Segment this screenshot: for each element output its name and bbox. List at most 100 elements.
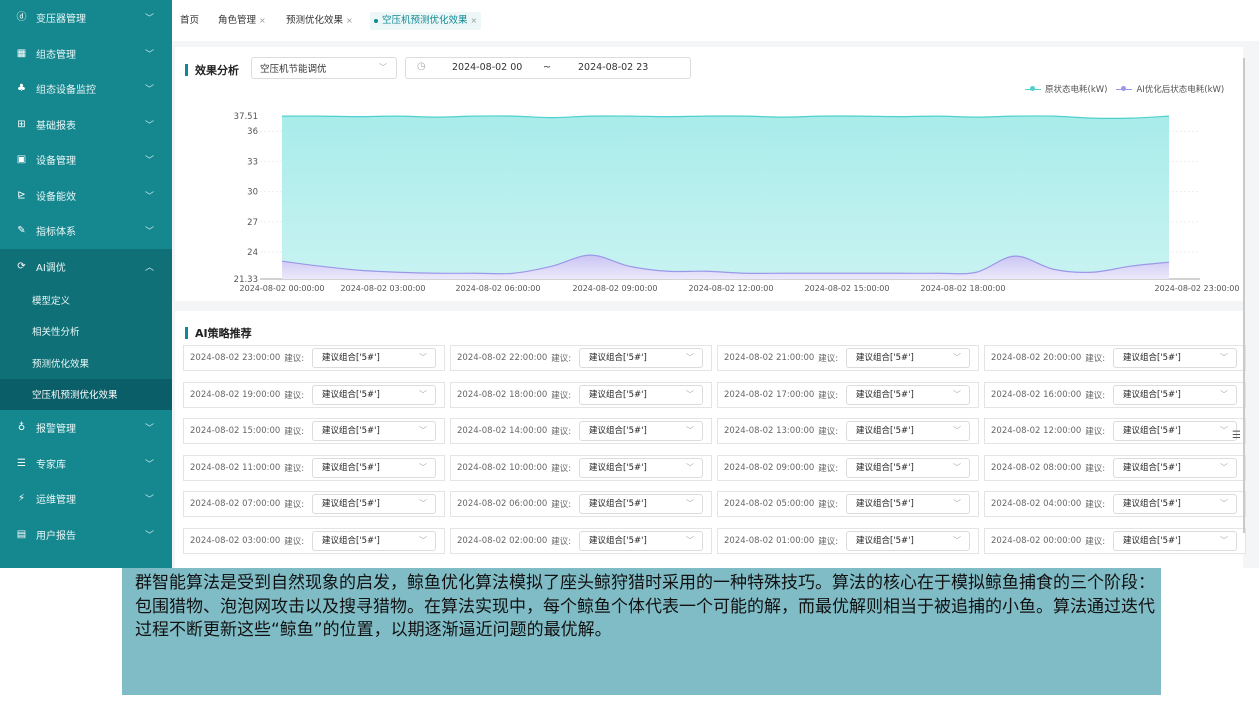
recommendation-select[interactable]: 建议组合['5#'] ﹀ <box>846 348 970 368</box>
sidebar-item-efficiency[interactable]: ⊵ 设备能效 ﹀ <box>0 178 172 214</box>
settings-icon[interactable]: ☰ <box>1232 430 1241 441</box>
sidebar-item-maintenance[interactable]: ⚡ 运维管理 ﹀ <box>0 481 172 517</box>
recommendation-label: 建议: <box>1085 390 1106 401</box>
recommendation-select[interactable]: 建议组合['5#'] ﹀ <box>579 457 703 478</box>
sidebar-item-label: 运维管理 <box>36 495 76 507</box>
x-tick-label: 2024-08-02 09:00:00 <box>573 284 658 293</box>
recommendation-select[interactable]: 建议组合['5#'] ﹀ <box>846 384 970 405</box>
recommendation-select[interactable]: 建议组合['5#'] ﹀ <box>1113 384 1237 405</box>
chevron-down-icon: ﹀ <box>1220 426 1228 435</box>
recommendation-select[interactable]: 建议组合['5#'] ﹀ <box>846 421 970 441</box>
close-icon[interactable]: × <box>259 16 266 25</box>
recommendation-cell: 2024-08-02 12:00:00 建议: 建议组合['5#'] ﹀ <box>984 418 1246 444</box>
x-tick-label: 2024-08-02 23:00:00 <box>1155 284 1240 293</box>
recommendation-select[interactable]: 建议组合['5#'] ﹀ <box>312 384 436 405</box>
recommendation-label: 建议: <box>818 500 839 510</box>
recommendation-label: 建议: <box>818 427 839 437</box>
recommendation-select[interactable]: 建议组合['5#'] ﹀ <box>312 457 436 478</box>
recommendation-value: 建议组合['5#'] <box>856 462 914 473</box>
chevron-down-icon: ﹀ <box>144 495 154 506</box>
maintenance-icon: ⚡ <box>17 493 26 505</box>
recommendation-select[interactable]: 建议组合['5#'] ﹀ <box>579 494 703 514</box>
recommendation-select[interactable]: 建议组合['5#'] ﹀ <box>1113 421 1237 441</box>
sidebar-item-user-report[interactable]: ▤ 用户报告 ﹀ <box>0 517 172 553</box>
recommendation-select[interactable]: 建议组合['5#'] ﹀ <box>1113 348 1237 368</box>
recommendation-select[interactable]: 建议组合['5#'] ﹀ <box>846 494 970 514</box>
recommendation-value: 建议组合['5#'] <box>322 499 380 509</box>
recommendation-label: 建议: <box>1085 427 1106 437</box>
recommendation-value: 建议组合['5#'] <box>1123 389 1181 400</box>
sidebar-item-config[interactable]: ▦ 组态管理 ﹀ <box>0 36 172 72</box>
sidebar-item-label: AI调优 <box>36 262 66 274</box>
sidebar-item-alarm[interactable]: ♁ 报警管理 ﹀ <box>0 410 172 446</box>
recommendation-select[interactable]: 建议组合['5#'] ﹀ <box>579 530 703 551</box>
tab-role-management[interactable]: 角色管理 × <box>218 12 266 30</box>
recommendation-cell: 2024-08-02 15:00:00 建议: 建议组合['5#'] ﹀ <box>183 418 445 444</box>
chevron-up-icon: ︿ <box>144 262 154 273</box>
recommendation-label: 建议: <box>284 536 305 547</box>
tab-forecast-effect[interactable]: 预测优化效果 × <box>286 12 353 30</box>
close-icon[interactable]: × <box>346 16 353 25</box>
sidebar-item-network[interactable]: ♣ 组态设备监控 ﹀ <box>0 71 172 107</box>
sidebar-item-ai[interactable]: ⟳ AI调优 ︿ <box>0 248 172 284</box>
recommendation-select[interactable]: 建议组合['5#'] ﹀ <box>1113 530 1237 551</box>
x-tick-label: 2024-08-02 00:00:00 <box>240 284 325 293</box>
recommendation-cell: 2024-08-02 23:00:00 建议: 建议组合['5#'] ﹀ <box>183 345 445 371</box>
recommendation-select[interactable]: 建议组合['5#'] ﹀ <box>579 384 703 405</box>
recommendation-select[interactable]: 建议组合['5#'] ﹀ <box>312 494 436 514</box>
close-icon[interactable]: × <box>471 16 478 25</box>
chevron-down-icon: ﹀ <box>419 426 427 435</box>
recommendation-select[interactable]: 建议组合['5#'] ﹀ <box>1113 494 1237 514</box>
sidebar-subitem[interactable]: 预测优化效果 <box>0 347 172 379</box>
recommendation-select[interactable]: 建议组合['5#'] ﹀ <box>312 348 436 368</box>
recommendation-select[interactable]: 建议组合['5#'] ﹀ <box>579 348 703 368</box>
recommendation-value: 建议组合['5#'] <box>1123 426 1181 436</box>
recommendation-cell: 2024-08-02 10:00:00 建议: 建议组合['5#'] ﹀ <box>450 454 712 481</box>
recommendation-select[interactable]: 建议组合['5#'] ﹀ <box>312 530 436 551</box>
recommendation-time: 2024-08-02 08:00:00 <box>991 462 1082 473</box>
tab-compressor-forecast[interactable]: 空压机预测优化效果 × <box>370 12 482 30</box>
scrollbar[interactable] <box>1243 58 1245 533</box>
sidebar-item-report[interactable]: ⊞ 基础报表 ﹀ <box>0 107 172 143</box>
sidebar: ⓓ 变压器管理 ﹀ ▦ 组态管理 ﹀ ♣ 组态设备监控 ﹀ ⊞ 基础报表 ﹀ ▣ 设备管理 ﹀ ⊵ 设备能效 ﹀ ✎… <box>0 0 172 568</box>
recommendation-cell: 2024-08-02 11:00:00 建议: 建议组合['5#'] ﹀ <box>183 454 445 481</box>
sidebar-subitem[interactable]: 空压机预测优化效果 <box>0 378 172 410</box>
config-icon: ▦ <box>16 47 27 59</box>
alarm-icon: ♁ <box>17 422 26 434</box>
chevron-down-icon: ﹀ <box>419 353 427 362</box>
sidebar-subitem[interactable]: 相关性分析 <box>0 315 172 347</box>
recommendation-cell: 2024-08-02 14:00:00 建议: 建议组合['5#'] ﹀ <box>450 418 712 444</box>
user-report-icon: ▤ <box>16 528 27 540</box>
y-tick-label: 36 <box>247 127 258 137</box>
recommendation-select[interactable]: 建议组合['5#'] ﹀ <box>579 421 703 441</box>
tab-home[interactable]: 首页 <box>180 12 199 30</box>
recommendation-label: 建议: <box>551 463 572 474</box>
sidebar-item-label: 组态设备监控 <box>36 85 96 97</box>
recommendation-value: 建议组合['5#'] <box>322 353 380 363</box>
chevron-down-icon: ﹀ <box>953 426 961 435</box>
recommendation-cell: 2024-08-02 13:00:00 建议: 建议组合['5#'] ﹀ <box>717 418 979 444</box>
device-icon: ▣ <box>16 154 27 166</box>
chevron-down-icon: ﹀ <box>144 14 154 25</box>
sidebar-item-index[interactable]: ✎ 指标体系 ﹀ <box>0 213 172 249</box>
recommendation-select[interactable]: 建议组合['5#'] ﹀ <box>846 457 970 478</box>
chevron-down-icon: ﹀ <box>686 389 694 399</box>
recommendation-label: 建议: <box>818 354 839 364</box>
power-consumption-chart: 37.51363330272421.332024-08-02 00:00:00 2… <box>234 112 1240 293</box>
recommendation-value: 建议组合['5#'] <box>589 499 647 509</box>
recommendation-select[interactable]: 建议组合['5#'] ﹀ <box>846 530 970 551</box>
recommendation-label: 建议: <box>284 463 305 474</box>
sidebar-item-expert[interactable]: ☰ 专家库 ﹀ <box>0 446 172 482</box>
sidebar-subitem[interactable]: 模型定义 <box>0 284 172 316</box>
recommendation-select[interactable]: 建议组合['5#'] ﹀ <box>312 421 436 441</box>
recommendation-time: 2024-08-02 16:00:00 <box>991 389 1082 400</box>
recommendation-select[interactable]: 建议组合['5#'] ﹀ <box>1113 457 1237 478</box>
recommendation-cell: 2024-08-02 02:00:00 建议: 建议组合['5#'] ﹀ <box>450 527 712 554</box>
caption-box: 群智能算法是受到自然现象的启发，鲸鱼优化算法模拟了座头鲸狩猎时采用的一种特殊技巧… <box>122 568 1161 695</box>
sidebar-item-transformer[interactable]: ⓓ 变压器管理 ﹀ <box>0 0 172 36</box>
sidebar-item-label: 用户报告 <box>36 530 76 542</box>
recommendation-value: 建议组合['5#'] <box>589 426 647 436</box>
index-icon: ✎ <box>17 225 26 237</box>
sidebar-item-device[interactable]: ▣ 设备管理 ﹀ <box>0 142 172 178</box>
strategy-title: AI策略推荐 <box>185 325 252 341</box>
